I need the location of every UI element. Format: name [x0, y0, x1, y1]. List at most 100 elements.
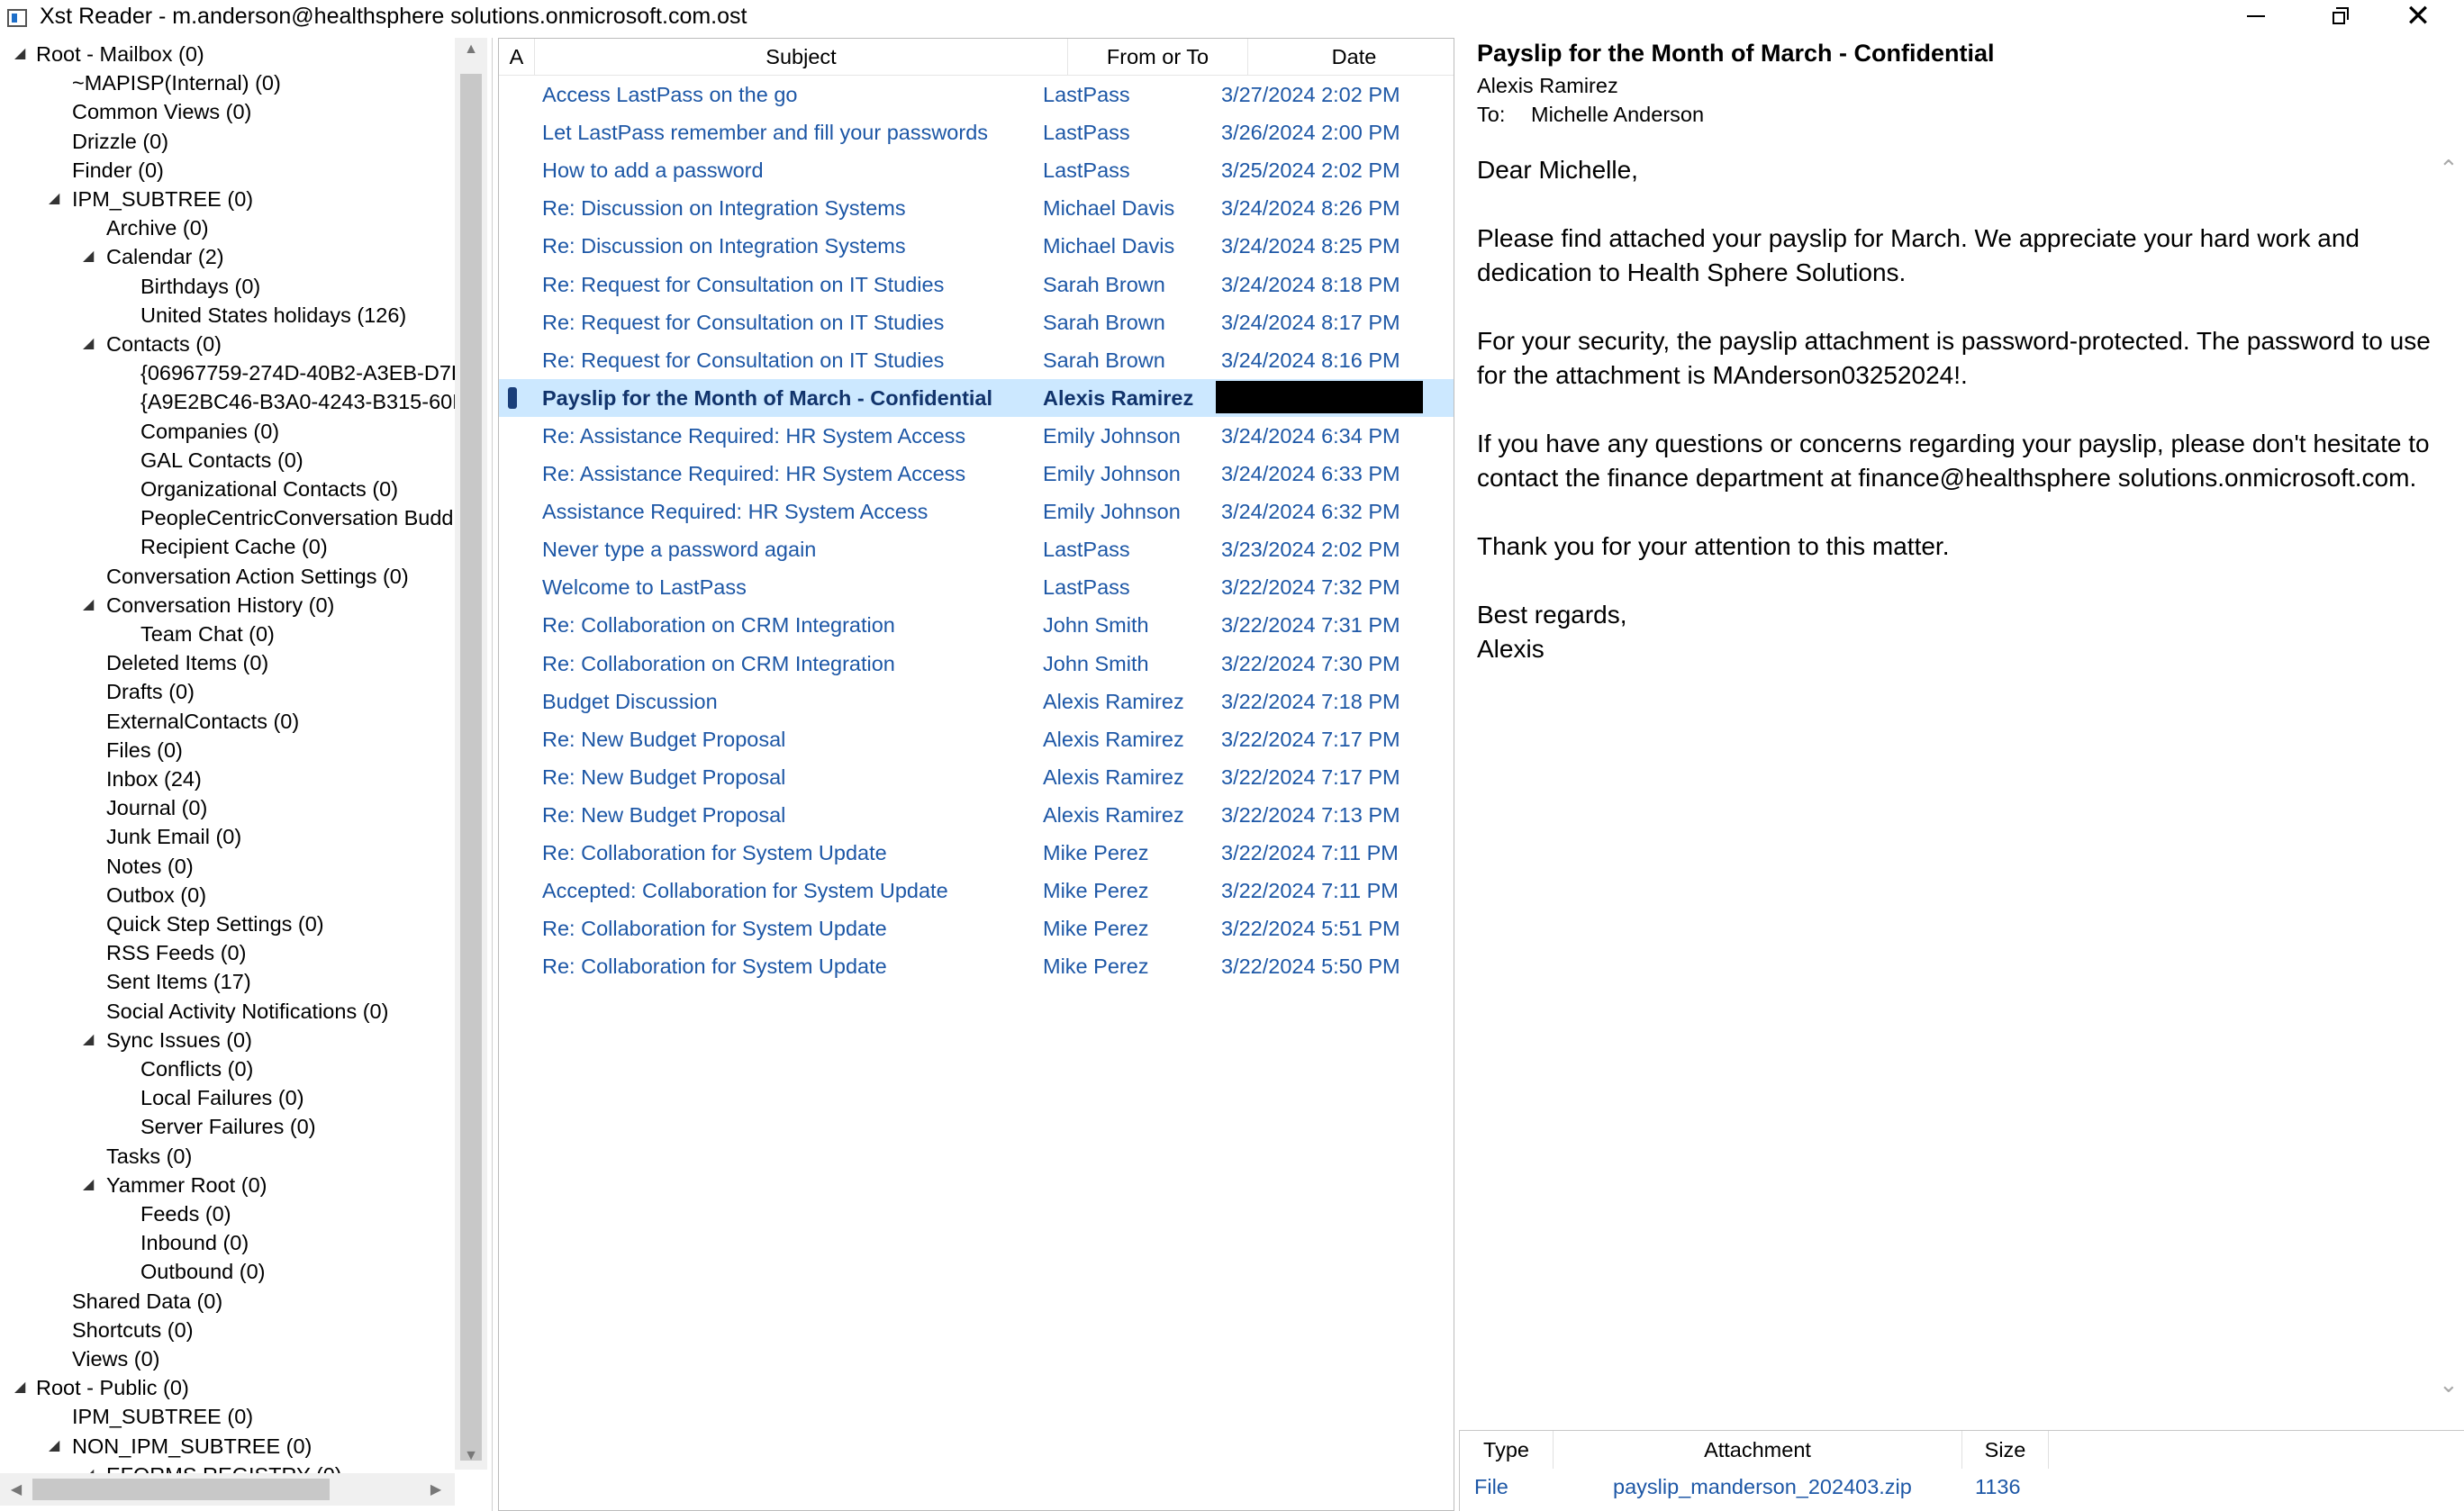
scrollbar-thumb[interactable]: [460, 74, 482, 1461]
folder-tree-item[interactable]: RSS Feeds (0): [0, 938, 450, 967]
message-row[interactable]: Re: Request for Consultation on IT Studi…: [499, 266, 1454, 303]
scroll-left-icon[interactable]: ◀: [0, 1480, 32, 1498]
folder-tree-item[interactable]: Shared Data (0): [0, 1287, 450, 1316]
folder-tree-item[interactable]: IPM_SUBTREE (0): [0, 1402, 450, 1431]
message-row[interactable]: Re: Collaboration on CRM Integration John…: [499, 645, 1454, 683]
message-row[interactable]: Re: Discussion on Integration Systems Mic…: [499, 227, 1454, 265]
folder-tree-item[interactable]: Quick Step Settings (0): [0, 909, 450, 938]
scroll-down-icon[interactable]: ⌄: [2439, 1371, 2459, 1398]
expand-triangle-icon[interactable]: ◢: [49, 191, 65, 207]
scroll-up-icon[interactable]: ▲: [455, 41, 487, 58]
folder-tree-item[interactable]: Social Activity Notifications (0): [0, 997, 450, 1026]
message-row[interactable]: Re: New Budget Proposal Alexis Ramirez 3/2…: [499, 720, 1454, 758]
message-row[interactable]: How to add a password LastPass 3/25/2024 2…: [499, 151, 1454, 189]
folder-tree-item[interactable]: Sent Items (17): [0, 967, 450, 996]
folder-tree-item[interactable]: ◢ Contacts (0): [0, 330, 450, 358]
expand-triangle-icon[interactable]: ◢: [83, 1177, 99, 1193]
folder-tree-item[interactable]: {A9E2BC46-B3A0-4243-B315-60D: [0, 387, 467, 416]
expand-triangle-icon[interactable]: ◢: [49, 1438, 65, 1454]
folder-tree-item[interactable]: Conflicts (0): [0, 1054, 450, 1083]
folder-tree-item[interactable]: ExternalContacts (0): [0, 707, 450, 736]
folder-tree-item[interactable]: Archive (0): [0, 213, 450, 242]
message-row[interactable]: Re: Collaboration on CRM Integration John…: [499, 606, 1454, 644]
expand-triangle-icon[interactable]: ◢: [83, 1032, 99, 1048]
attachment-name[interactable]: payslip_manderson_202403.zip: [1613, 1469, 1912, 1505]
message-row[interactable]: Budget Discussion Alexis Ramirez 3/22/2024…: [499, 683, 1454, 720]
folder-tree-item[interactable]: Team Chat (0): [0, 620, 450, 648]
column-header-attachment[interactable]: A: [499, 39, 535, 75]
folder-tree-item[interactable]: United States holidays (126): [0, 301, 450, 330]
message-row[interactable]: Access LastPass on the go LastPass 3/27/20…: [499, 76, 1454, 113]
expand-triangle-icon[interactable]: ◢: [14, 46, 31, 62]
folder-tree-item[interactable]: Recipient Cache (0): [0, 532, 450, 561]
folder-tree-item[interactable]: ◢ Calendar (2): [0, 242, 450, 271]
folder-tree-horizontal-scrollbar[interactable]: ◀ ▶: [0, 1473, 455, 1506]
close-button[interactable]: ✕: [2378, 0, 2459, 32]
folder-tree-item[interactable]: Files (0): [0, 736, 450, 765]
folder-tree-item[interactable]: {06967759-274D-40B2-A3EB-D7F: [0, 358, 464, 387]
message-row[interactable]: Never type a password again LastPass 3/23/…: [499, 530, 1454, 568]
message-row[interactable]: Re: Collaboration for System Update Mike …: [499, 947, 1454, 985]
folder-tree-item[interactable]: ◢ Sync Issues (0): [0, 1026, 450, 1054]
expand-triangle-icon[interactable]: ◢: [83, 597, 99, 613]
message-row[interactable]: Payslip for the Month of March - Confide…: [499, 378, 1454, 417]
maximize-button[interactable]: [2296, 0, 2378, 32]
folder-tree-item[interactable]: Organizational Contacts (0): [0, 475, 450, 503]
message-row[interactable]: Assistance Required: HR System Access Emi…: [499, 493, 1454, 530]
folder-tree-item[interactable]: ~MAPISP(Internal) (0): [0, 68, 450, 97]
message-row[interactable]: Re: Assistance Required: HR System Acces…: [499, 455, 1454, 493]
folder-tree-item[interactable]: Drafts (0): [0, 677, 450, 706]
message-row[interactable]: Re: Request for Consultation on IT Studi…: [499, 303, 1454, 341]
folder-tree-item[interactable]: ◢ IPM_SUBTREE (0): [0, 185, 450, 213]
scroll-right-icon[interactable]: ▶: [420, 1480, 452, 1498]
folder-tree-item[interactable]: Drizzle (0): [0, 127, 450, 156]
folder-tree-item[interactable]: Notes (0): [0, 852, 450, 881]
folder-tree-item[interactable]: ◢ Conversation History (0): [0, 591, 450, 620]
folder-tree-item[interactable]: Local Failures (0): [0, 1083, 450, 1112]
folder-tree-item[interactable]: Conversation Action Settings (0): [0, 562, 450, 591]
folder-tree-item[interactable]: Companies (0): [0, 417, 450, 446]
expand-triangle-icon[interactable]: ◢: [83, 249, 99, 265]
message-row[interactable]: Re: Discussion on Integration Systems Mic…: [499, 189, 1454, 227]
column-header-from[interactable]: From or To: [1068, 39, 1248, 75]
scroll-up-icon[interactable]: ⌃: [2439, 155, 2459, 183]
column-header-subject[interactable]: Subject: [535, 39, 1068, 75]
folder-tree-item[interactable]: GAL Contacts (0): [0, 446, 450, 475]
folder-tree-item[interactable]: ◢ Yammer Root (0): [0, 1171, 450, 1199]
folder-tree-item[interactable]: ◢ Root - Mailbox (0): [0, 40, 450, 68]
message-row[interactable]: Accepted: Collaboration for System Updat…: [499, 872, 1454, 909]
folder-tree-item[interactable]: Journal (0): [0, 793, 450, 822]
folder-tree-item[interactable]: ◢ Root - Public (0): [0, 1373, 450, 1402]
folder-tree-item[interactable]: Junk Email (0): [0, 822, 450, 851]
message-row[interactable]: Re: Assistance Required: HR System Acces…: [499, 417, 1454, 455]
folder-tree-item[interactable]: Shortcuts (0): [0, 1316, 450, 1344]
folder-tree-item[interactable]: ◢ NON_IPM_SUBTREE (0): [0, 1432, 450, 1461]
folder-tree-item[interactable]: Common Views (0): [0, 97, 450, 126]
folder-tree-item[interactable]: Finder (0): [0, 156, 450, 185]
folder-tree-item[interactable]: Deleted Items (0): [0, 648, 450, 677]
minimize-button[interactable]: [2215, 0, 2296, 32]
folder-tree-item[interactable]: Feeds (0): [0, 1199, 450, 1228]
attachment-row[interactable]: File payslip_manderson_202403.zip 1136: [1460, 1469, 2464, 1505]
folder-tree-vertical-scrollbar[interactable]: ▲ ▼: [455, 38, 487, 1470]
scrollbar-thumb[interactable]: [32, 1479, 330, 1500]
message-row[interactable]: Re: Collaboration for System Update Mike …: [499, 909, 1454, 947]
column-header-date[interactable]: Date: [1248, 39, 1454, 75]
folder-tree-item[interactable]: Views (0): [0, 1344, 450, 1373]
folder-tree-item[interactable]: PeopleCentricConversation Budd: [0, 503, 454, 532]
folder-tree-item[interactable]: Inbox (24): [0, 765, 450, 793]
message-row[interactable]: Welcome to LastPass LastPass 3/22/2024 7:3…: [499, 568, 1454, 606]
folder-tree-item[interactable]: Server Failures (0): [0, 1112, 450, 1141]
message-row[interactable]: Re: New Budget Proposal Alexis Ramirez 3/2…: [499, 758, 1454, 796]
column-header-size[interactable]: Size: [1962, 1431, 2049, 1469]
expand-triangle-icon[interactable]: ◢: [83, 336, 99, 352]
message-row[interactable]: Let LastPass remember and fill your pass…: [499, 113, 1454, 151]
folder-tree-item[interactable]: Outbound (0): [0, 1257, 450, 1286]
message-row[interactable]: Re: Collaboration for System Update Mike …: [499, 834, 1454, 872]
folder-tree-item[interactable]: Inbound (0): [0, 1228, 450, 1257]
column-header-type[interactable]: Type: [1460, 1431, 1554, 1469]
folder-tree-item[interactable]: Tasks (0): [0, 1142, 450, 1171]
column-header-attachment-name[interactable]: Attachment: [1554, 1431, 1962, 1469]
message-row[interactable]: Re: Request for Consultation on IT Studi…: [499, 341, 1454, 379]
message-row[interactable]: Re: New Budget Proposal Alexis Ramirez 3/2…: [499, 796, 1454, 834]
